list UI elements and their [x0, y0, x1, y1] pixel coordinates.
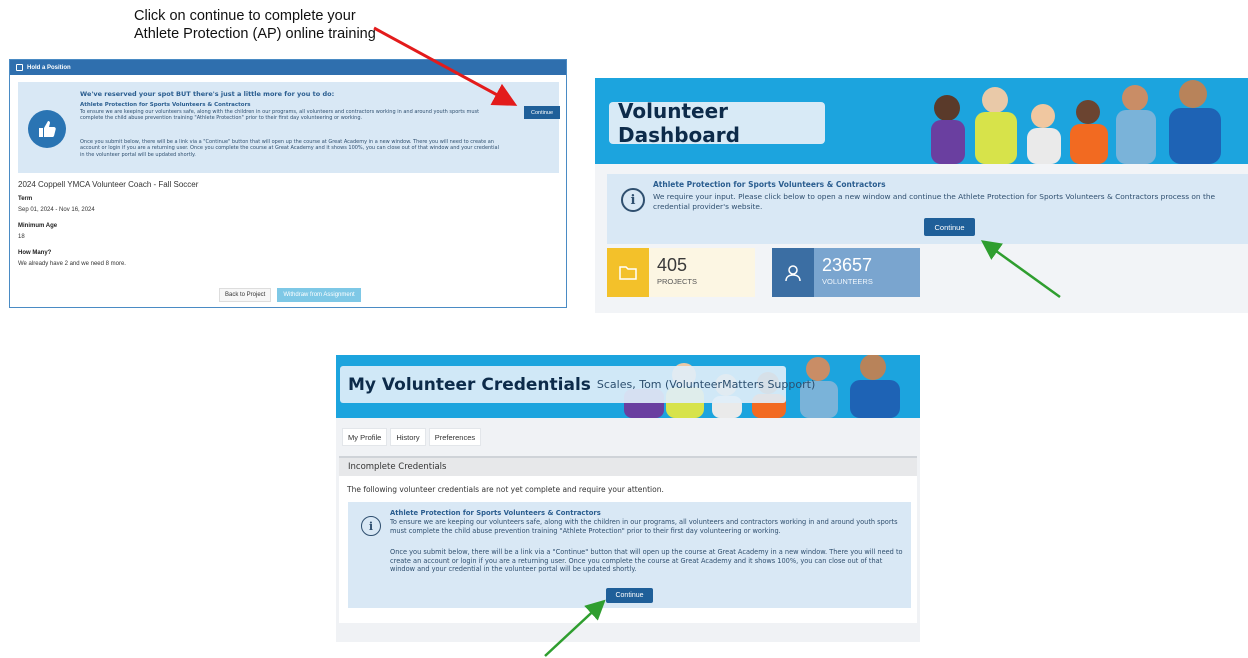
callout-line-1: Click on continue to complete your — [134, 8, 356, 24]
min-age-label: Minimum Age — [18, 223, 58, 229]
volunteers-count: 23657 — [822, 255, 873, 275]
alert-paragraph-1: To ensure we are keeping our volunteers … — [80, 109, 480, 122]
info-icon: i — [361, 516, 381, 536]
volunteers-label: VOLUNTEERS — [822, 277, 873, 286]
dashboard-banner: Volunteer Dashboard — [595, 78, 1248, 164]
hold-position-panel: Hold a Position We've reserved your spot… — [9, 59, 567, 308]
thumbs-up-icon — [28, 110, 66, 148]
hold-position-title: Hold a Position — [27, 64, 71, 71]
credentials-panel: My Volunteer Credentials Scales, Tom (Vo… — [336, 355, 920, 642]
credentials-title-box: My Volunteer Credentials Scales, Tom (Vo… — [340, 366, 815, 403]
volunteer-dashboard-panel: Volunteer Dashboard i Athlete Protection… — [595, 78, 1248, 313]
tab-my-profile[interactable]: My Profile — [342, 428, 388, 446]
volunteer-icon — [772, 248, 814, 297]
dashboard-alert: i Athlete Protection for Sports Voluntee… — [607, 174, 1248, 244]
alert-lead: We've reserved your spot BUT there's jus… — [80, 90, 335, 98]
how-many-label: How Many? — [18, 250, 52, 256]
projects-count: 405 — [657, 255, 688, 275]
instruction-callout: Click on continue to complete your Athle… — [134, 7, 434, 43]
credentials-banner: My Volunteer Credentials Scales, Tom (Vo… — [336, 355, 920, 418]
alert-paragraph-1: To ensure we are keeping our volunteers … — [390, 518, 898, 535]
alert-text: We require your input. Please click belo… — [653, 192, 1216, 211]
alert-title: Athlete Protection for Sports Volunteers… — [80, 102, 251, 108]
info-icon: i — [621, 188, 645, 212]
projects-stat[interactable]: 405 PROJECTS — [607, 248, 755, 297]
volunteers-photo — [931, 80, 1221, 164]
page-title: My Volunteer Credentials — [348, 374, 591, 395]
volunteers-stat[interactable]: 23657 VOLUNTEERS — [772, 248, 920, 297]
alert-paragraph-2: Once you submit below, there will be a l… — [390, 548, 903, 574]
term-label: Term — [18, 196, 33, 202]
continue-button[interactable]: Continue — [606, 588, 653, 603]
alert-title: Athlete Protection for Sports Volunteers… — [653, 180, 886, 189]
tab-history[interactable]: History — [390, 428, 426, 446]
callout-line-2: Athlete Protection (AP) online training — [134, 26, 376, 42]
credentials-intro: The following volunteer credentials are … — [347, 485, 664, 494]
user-subtitle: Scales, Tom (VolunteerMatters Support) — [596, 378, 816, 391]
incomplete-credentials-header: Incomplete Credentials — [339, 456, 917, 476]
projects-label: PROJECTS — [657, 277, 698, 286]
position-details: 2024 Coppell YMCA Volunteer Coach - Fall… — [18, 180, 198, 267]
alert-title: Athlete Protection for Sports Volunteers… — [390, 509, 601, 517]
tab-preferences[interactable]: Preferences — [428, 428, 482, 446]
term-value: Sep 01, 2024 - Nov 16, 2024 — [18, 207, 95, 213]
continue-button[interactable]: Continue — [524, 106, 560, 119]
hold-position-alert: We've reserved your spot BUT there's jus… — [18, 82, 560, 173]
how-many-value: We already have 2 and we need 8 more. — [18, 261, 126, 267]
dashboard-title: Volunteer Dashboard — [609, 99, 825, 147]
role-title: 2024 Coppell YMCA Volunteer Coach - Fall… — [18, 180, 199, 189]
hold-position-header: Hold a Position — [10, 60, 566, 75]
withdraw-button[interactable]: Withdraw from Assignment — [277, 288, 361, 302]
back-to-project-button[interactable]: Back to Project — [219, 288, 272, 302]
continue-button[interactable]: Continue — [924, 218, 975, 236]
incomplete-credentials-body: The following volunteer credentials are … — [339, 476, 917, 623]
alert-paragraph-2: Once you submit below, there will be a l… — [80, 139, 499, 158]
folder-icon — [607, 248, 649, 297]
credential-alert: i Athlete Protection for Sports Voluntee… — [348, 502, 911, 608]
profile-tabs: My Profile History Preferences — [342, 428, 482, 446]
calendar-plus-icon — [16, 64, 23, 71]
min-age-value: 18 — [18, 234, 25, 240]
hold-position-actions: Back to Project Withdraw from Assignment — [219, 288, 361, 302]
